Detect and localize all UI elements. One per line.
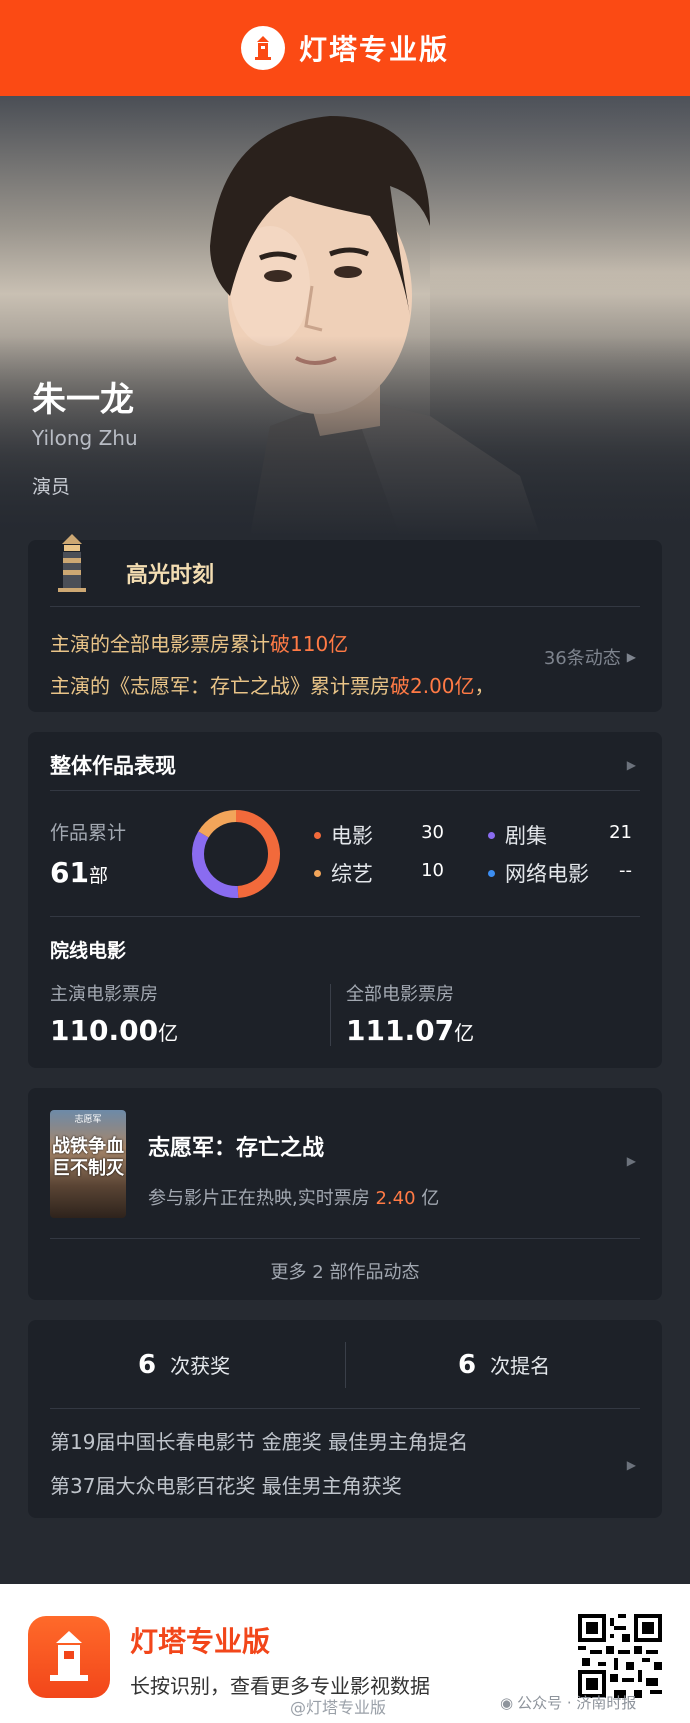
lighthouse-logo-icon (240, 26, 285, 70)
works-total-label: 作品累计 (50, 822, 127, 844)
caret-right-icon[interactable]: ▶ (627, 1154, 636, 1168)
donut-slice-剧集 (192, 831, 239, 898)
legend-value: 30 (421, 822, 444, 843)
divider (345, 1342, 346, 1388)
legend-dot (488, 831, 495, 839)
divider (50, 790, 640, 791)
works-total-value: 61部 (50, 856, 108, 889)
award-item: 第37届大众电影百花奖 最佳男主角获奖 (50, 1474, 402, 1498)
section-title: 整体作品表现 (50, 754, 176, 778)
more-updates-link[interactable]: 36条动态 ▶ (544, 644, 636, 670)
lead-box-office-label: 主演电影票房 (50, 984, 158, 1005)
app-title: 灯塔专业版 (298, 33, 449, 66)
weibo-watermark: @灯塔专业版 (290, 1698, 387, 1717)
donut-slice-综艺 (198, 810, 237, 838)
overall-performance-card[interactable]: 整体作品表现 ▶ 作品累计 61部 电影 30 剧集 21 综艺 10 网络电影… (28, 732, 662, 1068)
caret-right-icon[interactable]: ▶ (627, 1458, 636, 1472)
actor-role: 演员 (32, 476, 71, 498)
lead-box-office-value: 110.00亿 (50, 1014, 179, 1047)
more-works-link[interactable]: 更多 2 部作品动态 (28, 1258, 662, 1284)
donut-slice-电影 (235, 810, 280, 898)
divider (50, 1408, 640, 1409)
highlight-item: 主演的《志愿军：存亡之战》累计票房破2.00亿， (50, 674, 495, 698)
cinema-films-title: 院线电影 (50, 940, 127, 962)
poster-caption: 战铁争血巨不制灭 (52, 1136, 124, 1179)
app-header: 灯塔专业版 (0, 0, 690, 96)
nominations-stat: 6 次提名 (458, 1350, 551, 1380)
wechat-watermark: ◉ 公众号 · 济南时报 (500, 1693, 637, 1713)
all-box-office-label: 全部电影票房 (346, 984, 454, 1005)
legend-value: 10 (421, 860, 444, 881)
legend-value: -- (619, 860, 632, 881)
awards-won-stat: 6 次获奖 (138, 1350, 231, 1380)
legend-item: 网络电影 (488, 858, 589, 888)
actor-english-name: Yilong Zhu (32, 426, 138, 450)
wechat-icon: ◉ (500, 1693, 514, 1712)
actor-name: 朱一龙 (32, 380, 134, 420)
highlights-title: 高光时刻 (126, 563, 215, 588)
footer-title: 灯塔专业版 (130, 1625, 271, 1658)
awards-card[interactable]: 6 次获奖 6 次提名 第19届中国长春电影节 金鹿奖 最佳男主角提名 第37届大众… (28, 1320, 662, 1518)
footer-promo: 灯塔专业版 长按识别，查看更多专业影视数据 @灯塔专业版 ◉ 公众号 · 济南时… (0, 1584, 690, 1723)
movie-title[interactable]: 志愿军：存亡之战 (148, 1130, 324, 1162)
divider (50, 606, 640, 607)
caret-right-icon: ▶ (626, 650, 636, 664)
now-showing-card[interactable]: 志愿军 战铁争血巨不制灭 志愿军：存亡之战 参与影片正在热映,实时票房 2.40… (28, 1088, 662, 1300)
legend-item: 剧集 (488, 820, 547, 850)
qr-code-icon[interactable] (578, 1614, 662, 1698)
award-item: 第19届中国长春电影节 金鹿奖 最佳男主角提名 (50, 1430, 469, 1454)
highlight-item: 主演的全部电影票房累计破110亿 (50, 632, 349, 656)
legend-value: 21 (609, 822, 632, 843)
divider (330, 984, 331, 1046)
highlights-header: 高光时刻 (52, 534, 215, 606)
caret-right-icon[interactable]: ▶ (627, 758, 636, 772)
movie-poster[interactable]: 志愿军 战铁争血巨不制灭 (50, 1110, 126, 1218)
divider (50, 1238, 640, 1239)
highlights-card[interactable]: 高光时刻 主演的全部电影票房累计破110亿 主演的《志愿军：存亡之战》累计票房破… (28, 534, 662, 712)
movie-status: 参与影片正在热映,实时票房 2.40 亿 (148, 1188, 440, 1209)
lighthouse-badge-icon (58, 534, 86, 592)
app-logo-icon (28, 1616, 110, 1698)
legend-item: 电影 (314, 820, 373, 850)
legend-dot (314, 831, 321, 839)
all-box-office-value: 111.07亿 (346, 1014, 475, 1047)
legend-dot (488, 869, 495, 877)
legend-dot (314, 869, 321, 877)
works-donut-chart (192, 810, 280, 898)
legend-item: 综艺 (314, 858, 373, 888)
actor-hero: 朱一龙 Yilong Zhu 演员 (0, 96, 690, 536)
divider (50, 916, 640, 917)
